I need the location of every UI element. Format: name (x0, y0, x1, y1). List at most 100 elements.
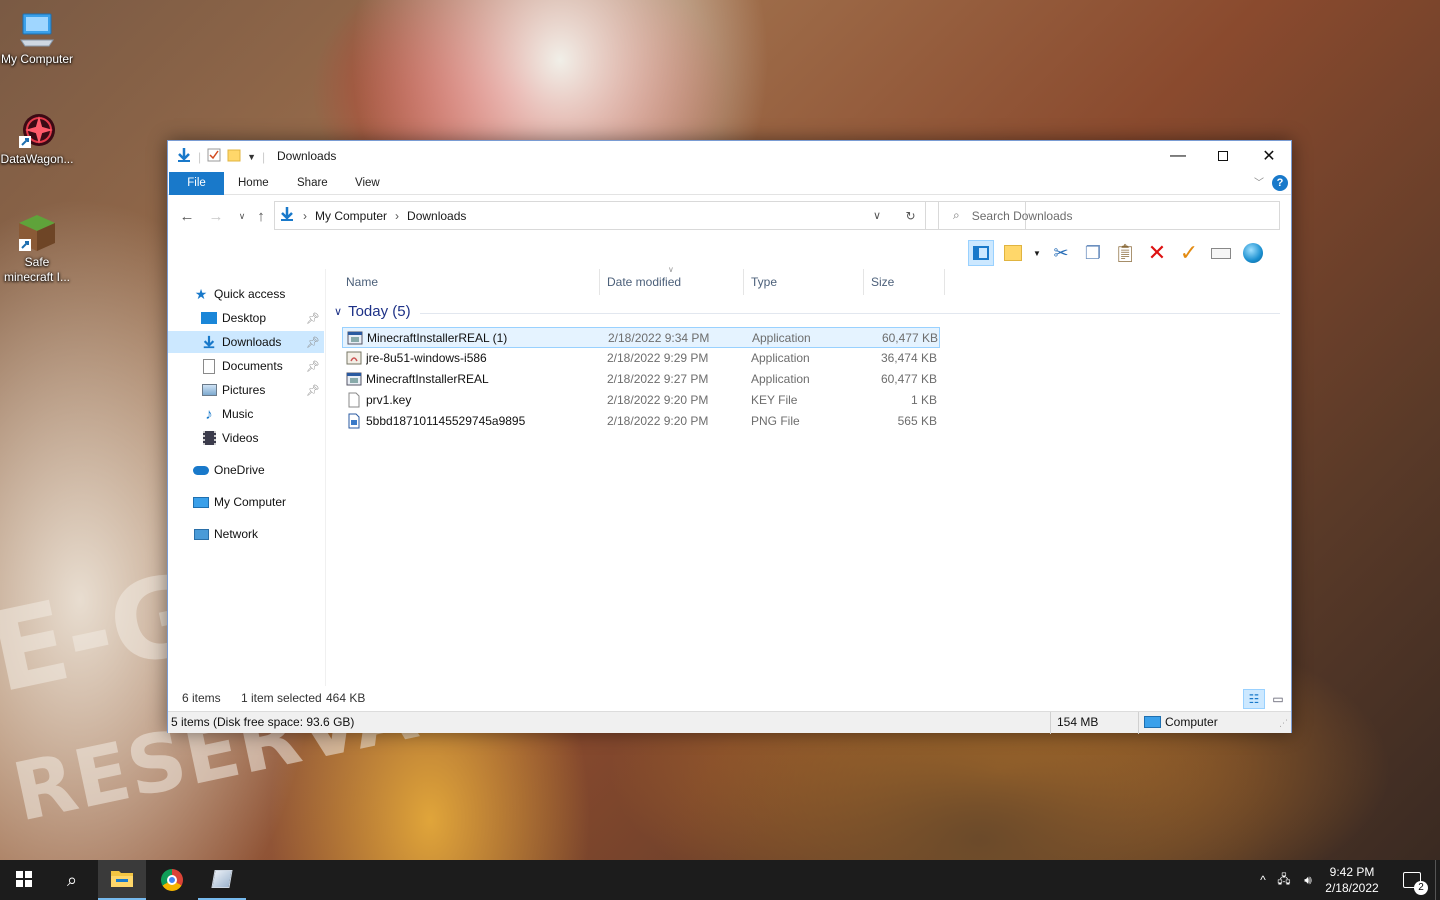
delete-button[interactable]: ✕ (1144, 240, 1170, 266)
desktop-icon-label: My Computer (0, 52, 74, 66)
minimize-button[interactable]: — (1155, 141, 1201, 171)
notification-count: 2 (1414, 881, 1428, 895)
start-button[interactable] (0, 860, 48, 900)
properties-icon[interactable] (207, 148, 221, 165)
file-name: 5bbd187101145529745a9895 (366, 414, 526, 428)
tab-share[interactable]: Share (297, 172, 328, 195)
tab-view[interactable]: View (355, 172, 380, 195)
resize-grip-icon[interactable]: ⋰ (1279, 718, 1288, 729)
desktop-icon-my-computer[interactable]: My Computer (0, 10, 74, 67)
nav-downloads[interactable]: Downloads 📌︎ (168, 331, 324, 353)
minecraft-grass-block-icon (17, 213, 57, 253)
copy-button[interactable]: ❐ (1080, 240, 1106, 266)
file-date: 2/18/2022 9:27 PM (607, 372, 709, 386)
back-button[interactable]: ← (177, 206, 197, 226)
clock-time: 9:42 PM (1329, 865, 1375, 879)
tab-home[interactable]: Home (238, 172, 269, 195)
customize-qat-icon[interactable]: ▼ (247, 152, 256, 162)
details-view-button[interactable]: ☷ (1243, 689, 1265, 709)
computer-icon (17, 10, 57, 50)
pin-icon: 📌︎ (306, 312, 320, 325)
collapse-chevron-icon: ∨ (334, 306, 343, 318)
clock[interactable]: 9:42 PM 2/18/2022 (1322, 864, 1382, 896)
search-placeholder: Search Downloads (971, 208, 1073, 223)
application-icon (347, 330, 363, 346)
desktop-icon-label: Safe minecraft I... (3, 255, 71, 284)
large-icons-view-button[interactable]: ▭ (1268, 689, 1288, 709)
paste-button[interactable]: 📋︎ (1112, 240, 1138, 266)
copy-icon: ❐ (1084, 242, 1102, 263)
maximize-button[interactable] (1200, 141, 1246, 171)
file-row[interactable]: 5bbd187101145529745a9895 2/18/2022 9:20 … (342, 411, 940, 432)
properties-button[interactable]: ✓ (1176, 240, 1202, 266)
file-row[interactable]: prv1.key 2/18/2022 9:20 PM KEY File 1 KB (342, 390, 940, 411)
scissors-icon: ✂ (1053, 242, 1069, 263)
up-arrow-icon: ↑ (257, 207, 265, 225)
help-icon[interactable]: ? (1272, 175, 1288, 191)
back-arrow-icon: ← (179, 207, 195, 225)
search-input[interactable]: ⌕ Search Downloads (938, 201, 1280, 230)
group-header-today[interactable]: ∨ Today (5) (334, 303, 411, 320)
volume-icon[interactable]: 🔊︎ (1296, 873, 1320, 888)
windows-logo-icon (16, 870, 32, 890)
network-tray-icon[interactable]: 🖧︎ (1272, 870, 1296, 891)
new-item-dropdown[interactable]: ▼ (1032, 240, 1042, 266)
globe-icon (1243, 243, 1263, 263)
refresh-button[interactable]: ↻ (896, 201, 926, 230)
nav-videos[interactable]: Videos (168, 427, 324, 449)
network-globe-button[interactable] (1240, 240, 1266, 266)
ribbon-tabs: File Home Share View ﹀ ? (168, 172, 1291, 195)
taskbar-file-explorer[interactable] (98, 860, 146, 900)
chevron-up-icon[interactable]: ^ (1254, 873, 1272, 887)
column-header-size[interactable]: Size (865, 269, 945, 295)
nav-desktop[interactable]: Desktop 📌︎ (168, 307, 324, 329)
up-button[interactable]: ↑ (251, 206, 271, 226)
nav-onedrive[interactable]: OneDrive (192, 459, 322, 481)
nav-documents[interactable]: Documents 📌︎ (168, 355, 324, 377)
file-row[interactable]: MinecraftInstallerREAL (1) 2/18/2022 9:3… (342, 327, 940, 348)
column-header-name[interactable]: Name (340, 269, 600, 295)
document-icon (200, 358, 218, 374)
file-size: 565 KB (897, 414, 937, 428)
new-folder-icon[interactable] (227, 148, 241, 165)
forward-button[interactable]: → (206, 206, 226, 226)
file-row[interactable]: jre-8u51-windows-i586 2/18/2022 9:29 PM … (342, 348, 940, 369)
status-selection-size: 464 KB (326, 691, 366, 705)
search-button[interactable]: ⌕ (48, 860, 96, 900)
nav-label: Downloads (222, 335, 282, 349)
command-toolbar: ▼ ✂ ❐ 📋︎ ✕ ✓ (968, 238, 1266, 268)
close-button[interactable]: ✕ (1246, 141, 1292, 171)
recent-locations-button[interactable]: ∨ (232, 206, 252, 226)
cloud-icon (192, 462, 210, 478)
action-center-button[interactable]: 2 (1392, 860, 1432, 900)
file-date: 2/18/2022 9:29 PM (607, 351, 709, 365)
java-installer-icon (346, 350, 362, 366)
taskbar-chrome[interactable] (148, 860, 196, 900)
address-dropdown-icon[interactable]: ∨ (873, 209, 881, 222)
checkmark-icon: ✓ (1179, 240, 1199, 265)
nav-quick-access[interactable]: ★ Quick access (192, 283, 322, 305)
show-desktop-button[interactable] (1435, 860, 1440, 900)
new-item-button[interactable] (1000, 240, 1026, 266)
breadcrumb-my-computer[interactable]: My Computer (315, 209, 387, 223)
file-name: jre-8u51-windows-i586 (366, 351, 487, 365)
expand-ribbon-icon[interactable]: ﹀ (1254, 174, 1264, 189)
breadcrumb-downloads[interactable]: Downloads (407, 209, 466, 223)
taskbar-app-window[interactable] (198, 860, 246, 900)
status-selection: 1 item selected (241, 691, 322, 705)
file-row[interactable]: MinecraftInstallerREAL 2/18/2022 9:27 PM… (342, 369, 940, 390)
nav-label: Desktop (222, 311, 267, 325)
file-name: prv1.key (366, 393, 412, 407)
column-header-type[interactable]: Type (745, 269, 864, 295)
cut-button[interactable]: ✂ (1048, 240, 1074, 266)
desktop-icon-safe-minecraft[interactable]: Safe minecraft I... (0, 213, 74, 285)
tab-file[interactable]: File (169, 172, 224, 195)
nav-my-computer[interactable]: My Computer (192, 491, 322, 513)
nav-network[interactable]: Network (192, 523, 322, 545)
nav-music[interactable]: ♪ Music (168, 403, 324, 425)
nav-pictures[interactable]: Pictures 📌︎ (168, 379, 324, 401)
large-icons-view-icon: ▭ (1272, 692, 1284, 706)
preview-pane-button[interactable] (968, 240, 994, 266)
desktop-icon-datawagon[interactable]: DataWagon... (0, 110, 74, 167)
rename-button[interactable] (1208, 240, 1234, 266)
